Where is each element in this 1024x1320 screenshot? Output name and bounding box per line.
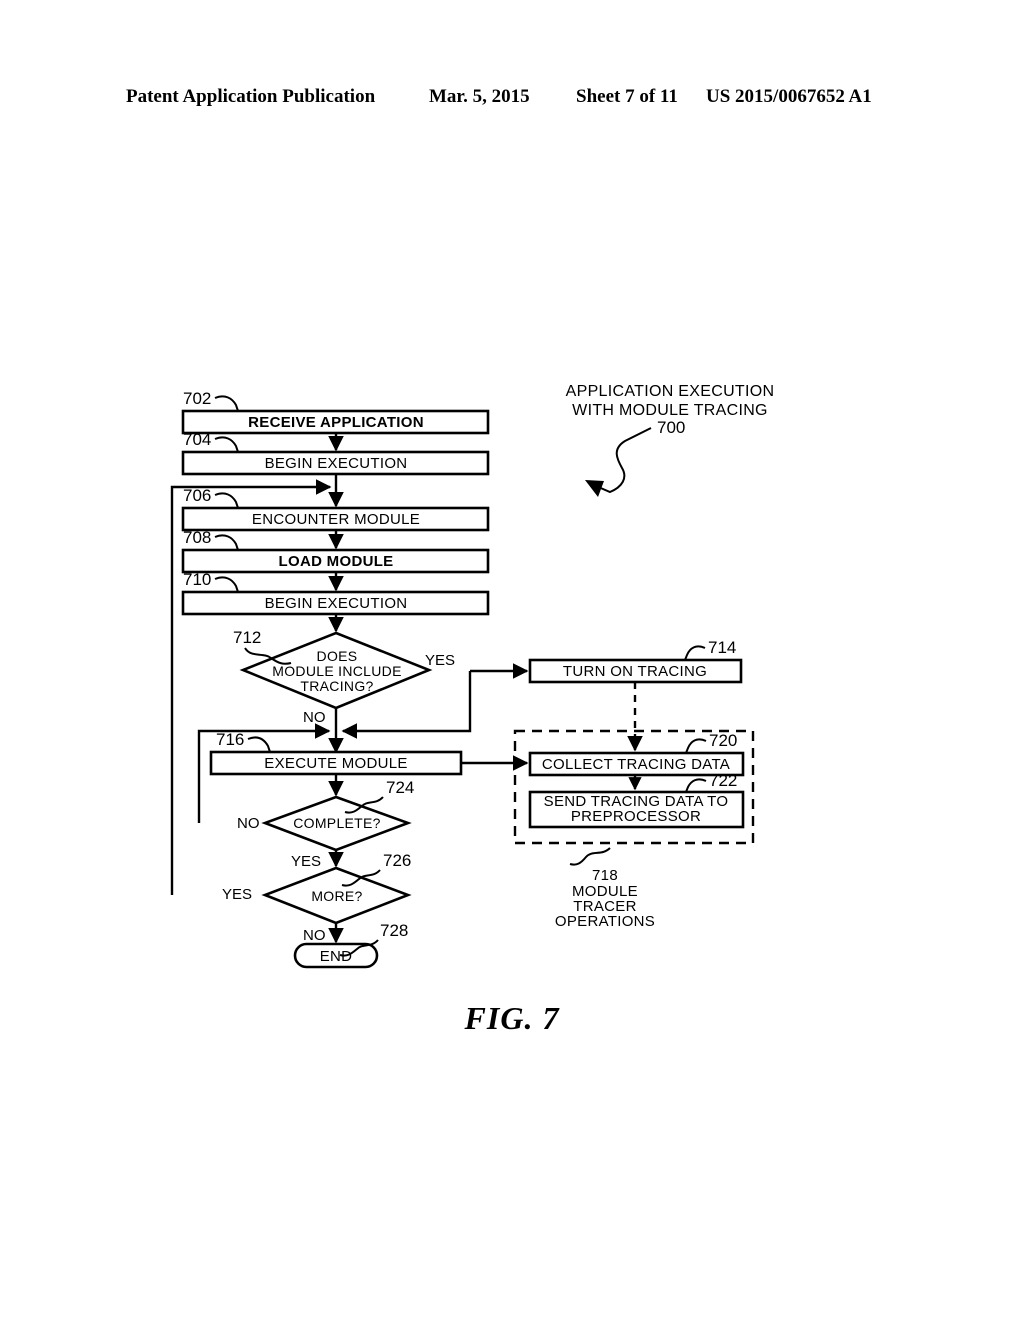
node-begin-execution-app-label: BEGIN EXECUTION bbox=[265, 455, 408, 472]
node-begin-execution-module-label: BEGIN EXECUTION bbox=[265, 595, 408, 612]
ref-718: 718 bbox=[592, 867, 618, 884]
ref-704-leader bbox=[214, 436, 239, 453]
figure-title-line2: WITH MODULE TRACING bbox=[572, 402, 768, 419]
node-turn-on-tracing: TURN ON TRACING 714 bbox=[528, 638, 743, 684]
ref-716-leader bbox=[247, 736, 271, 753]
ref-708-leader bbox=[214, 534, 239, 551]
node-receive-application-label: RECEIVE APPLICATION bbox=[248, 414, 424, 431]
edge-label-no-724: NO bbox=[237, 815, 260, 832]
node-712-label-line3: TRACING? bbox=[300, 678, 373, 694]
edge-label-no-712: NO bbox=[303, 709, 326, 726]
node-collect-tracing-data: COLLECT TRACING DATA 720 bbox=[528, 731, 745, 777]
node-send-tracing-data-line2: PREPROCESSOR bbox=[571, 808, 701, 825]
figure-title-block: APPLICATION EXECUTION WITH MODULE TRACIN… bbox=[566, 383, 775, 497]
ref-704: 704 bbox=[183, 430, 211, 449]
ref-720-leader bbox=[685, 738, 707, 754]
node-712-label-line1: DOES bbox=[317, 648, 358, 664]
ref-728: 728 bbox=[380, 921, 408, 940]
edge-label-yes-724: YES bbox=[291, 853, 321, 870]
edge-label-no-726: NO bbox=[303, 927, 326, 944]
node-more-decision: MORE? 726 bbox=[261, 851, 412, 925]
ref-720: 720 bbox=[709, 731, 737, 750]
ref-702-leader bbox=[214, 395, 239, 412]
figure-title-ref: 700 bbox=[657, 418, 685, 437]
node-does-module-include-tracing: DOES MODULE INCLUDE TRACING? 712 bbox=[233, 628, 433, 710]
group-label-line3: OPERATIONS bbox=[555, 913, 655, 930]
node-complete-decision: COMPLETE? 724 bbox=[261, 778, 414, 852]
edge-label-yes-726: YES bbox=[222, 886, 252, 903]
node-complete-label: COMPLETE? bbox=[293, 815, 381, 831]
ref-726: 726 bbox=[383, 851, 411, 870]
ref-712: 712 bbox=[233, 628, 261, 647]
ref-724: 724 bbox=[386, 778, 414, 797]
node-execute-module-label: EXECUTE MODULE bbox=[264, 755, 407, 772]
flowchart-diagram: APPLICATION EXECUTION WITH MODULE TRACIN… bbox=[170, 383, 775, 969]
ref-702: 702 bbox=[183, 389, 211, 408]
node-more-label: MORE? bbox=[311, 888, 362, 904]
ref-714-leader bbox=[684, 645, 706, 661]
edge-label-yes-712: YES bbox=[425, 652, 455, 669]
node-collect-tracing-data-label: COLLECT TRACING DATA bbox=[542, 756, 730, 773]
ref-716: 716 bbox=[216, 730, 244, 749]
node-encounter-module-label: ENCOUNTER MODULE bbox=[252, 511, 420, 528]
node-send-tracing-data: SEND TRACING DATA TO PREPROCESSOR 722 bbox=[528, 771, 745, 829]
ref-710: 710 bbox=[183, 570, 211, 589]
ref-710-leader bbox=[214, 576, 239, 593]
figure-caption: FIG. 7 bbox=[464, 1000, 560, 1036]
node-712-label-line2: MODULE INCLUDE bbox=[272, 663, 401, 679]
ref-708: 708 bbox=[183, 528, 211, 547]
node-turn-on-tracing-label: TURN ON TRACING bbox=[563, 663, 707, 680]
ref-714: 714 bbox=[708, 638, 736, 657]
ref-706: 706 bbox=[183, 486, 211, 505]
title-leader-arrowhead bbox=[585, 480, 604, 497]
node-receive-application: RECEIVE APPLICATION 702 bbox=[181, 389, 490, 435]
node-end-label: END bbox=[320, 948, 353, 965]
patent-figure-page: Patent Application Publication Mar. 5, 2… bbox=[0, 0, 1024, 1320]
ref-722-leader bbox=[685, 778, 707, 793]
ref-706-leader bbox=[214, 492, 239, 509]
node-load-module-label: LOAD MODULE bbox=[279, 553, 394, 570]
ref-718-leader bbox=[569, 847, 611, 866]
figure-title-line1: APPLICATION EXECUTION bbox=[566, 383, 775, 400]
ref-722: 722 bbox=[709, 771, 737, 790]
